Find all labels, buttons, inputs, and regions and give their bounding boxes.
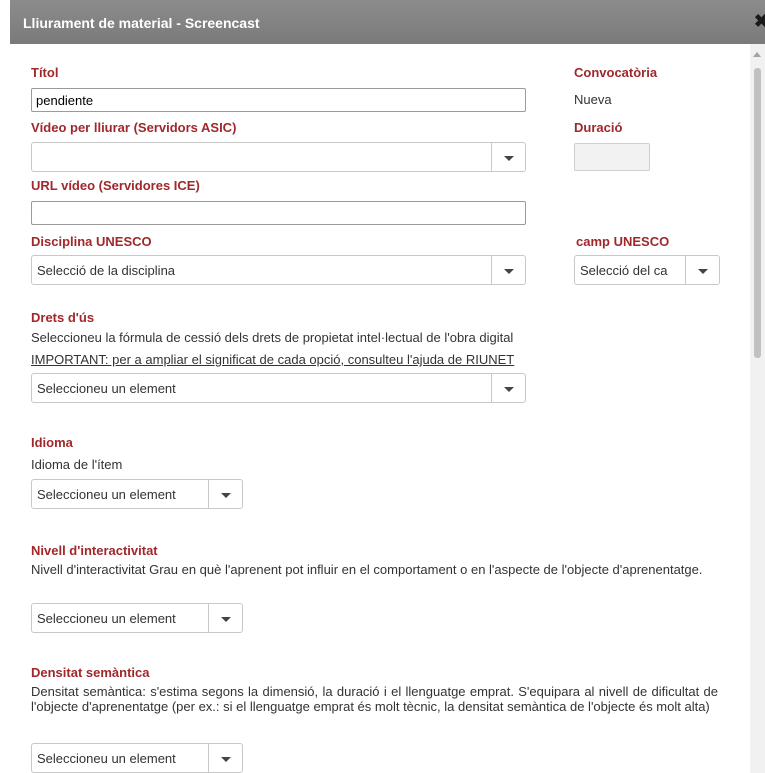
- idioma-label: Idioma: [31, 435, 73, 450]
- dialog-title: Lliurament de material - Screencast: [23, 15, 260, 31]
- titol-label: Títol: [31, 65, 59, 80]
- convocatoria-value: Nueva: [574, 92, 612, 107]
- idioma-select-toggle[interactable]: [208, 480, 242, 508]
- duracio-label: Duració: [574, 120, 623, 135]
- caret-down-icon: [504, 269, 514, 274]
- idioma-description: Idioma de l'ítem: [31, 457, 123, 472]
- video-label: Vídeo per lliurar (Servidors ASIC): [31, 120, 237, 135]
- interactivitat-select[interactable]: Seleccioneu un element: [31, 603, 243, 633]
- camp-select-toggle[interactable]: [685, 256, 719, 284]
- densitat-select-value: Seleccioneu un element: [37, 751, 176, 766]
- densitat-select[interactable]: Seleccioneu un element: [31, 743, 243, 773]
- caret-down-icon: [698, 269, 708, 274]
- interactivitat-select-toggle[interactable]: [208, 604, 242, 632]
- drets-label: Drets d'ús: [31, 310, 95, 325]
- url-label: URL vídeo (Servidores ICE): [31, 178, 200, 193]
- scroll-up-icon[interactable]: [753, 52, 761, 57]
- caret-down-icon: [221, 493, 231, 498]
- drets-select-toggle[interactable]: [491, 374, 525, 402]
- url-input[interactable]: [31, 201, 526, 225]
- disciplina-select-toggle[interactable]: [491, 256, 525, 284]
- close-icon[interactable]: ✖: [754, 11, 765, 32]
- camp-select-value: Selecció del ca: [580, 263, 668, 278]
- dialog-titlebar: Lliurament de material - Screencast ✖: [10, 0, 765, 44]
- camp-select[interactable]: Selecció del ca: [574, 255, 720, 285]
- caret-down-icon: [221, 617, 231, 622]
- dialog: Lliurament de material - Screencast ✖ Tí…: [10, 0, 765, 773]
- caret-down-icon: [221, 757, 231, 762]
- drets-select[interactable]: Seleccioneu un element: [31, 373, 526, 403]
- disciplina-select-value: Selecció de la disciplina: [37, 263, 176, 278]
- disciplina-label: Disciplina UNESCO: [31, 234, 152, 249]
- drets-description: Seleccioneu la fórmula de cessió dels dr…: [31, 330, 514, 345]
- caret-down-icon: [504, 156, 514, 161]
- idioma-select[interactable]: Seleccioneu un element: [31, 479, 243, 509]
- drets-select-value: Seleccioneu un element: [37, 381, 176, 396]
- densitat-select-toggle[interactable]: [208, 744, 242, 772]
- interactivitat-select-value: Seleccioneu un element: [37, 611, 176, 626]
- scrollbar-thumb[interactable]: [754, 68, 761, 358]
- duracio-field: [574, 143, 650, 171]
- idioma-select-value: Seleccioneu un element: [37, 487, 176, 502]
- disciplina-select[interactable]: Selecció de la disciplina: [31, 255, 526, 285]
- caret-down-icon: [504, 387, 514, 392]
- video-select-toggle[interactable]: [491, 143, 525, 171]
- interactivitat-description: Nivell d'interactivitat Grau en què l'ap…: [31, 562, 703, 577]
- titol-input[interactable]: [31, 88, 526, 112]
- camp-label: camp UNESCO: [576, 234, 670, 249]
- interactivitat-label: Nivell d'interactivitat: [31, 543, 158, 558]
- densitat-description: Densitat semàntica: s'estima segons la d…: [31, 684, 718, 714]
- densitat-label: Densitat semàntica: [31, 665, 150, 680]
- vertical-scrollbar[interactable]: [750, 44, 765, 773]
- drets-help-link[interactable]: IMPORTANT: per a ampliar el significat d…: [31, 352, 514, 367]
- video-select[interactable]: [31, 142, 526, 172]
- convocatoria-label: Convocatòria: [574, 65, 658, 80]
